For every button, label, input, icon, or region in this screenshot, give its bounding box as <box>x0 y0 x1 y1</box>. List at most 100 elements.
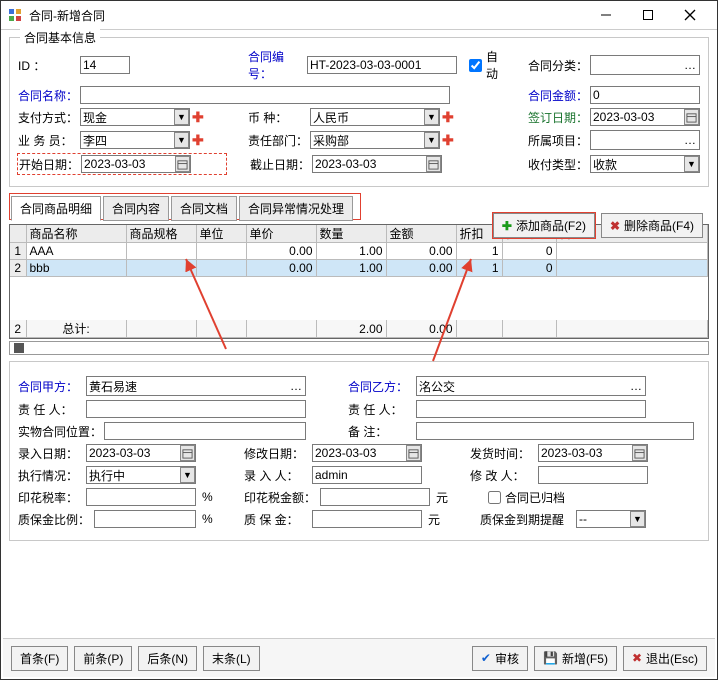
auto-label: 自动 <box>486 48 508 82</box>
start-date-label: 开始日期： <box>19 156 81 173</box>
entry-by-input[interactable] <box>312 466 422 484</box>
sign-date-label: 签订日期： <box>528 109 590 126</box>
deposit-amount-label: 质 保 金： <box>244 511 312 528</box>
party-a-person-label: 责 任 人： <box>18 401 86 418</box>
products-grid[interactable]: 商品名称商品规格单位 单价数量金额 折扣优惠价备注 1 AAA 0.001.00… <box>9 224 709 339</box>
party-a-person-input[interactable] <box>86 400 306 418</box>
entry-date-label: 录入日期： <box>18 445 86 462</box>
save-icon: 💾 <box>543 651 558 665</box>
contract-name-label: 合同名称： <box>18 87 80 104</box>
add-salesperson-icon[interactable]: ✚ <box>192 132 204 149</box>
footer-bar: 首条(F) 前条(P) 后条(N) 末条(L) ✔审核 💾新增(F5) ✖退出(… <box>3 638 715 677</box>
party-a-picker[interactable]: 黄石易速… <box>86 376 306 396</box>
calendar-icon[interactable] <box>180 445 195 461</box>
plus-icon: ✚ <box>502 219 512 233</box>
new-button[interactable]: 💾新增(F5) <box>534 646 617 671</box>
paytype-label: 收付类型： <box>528 156 590 173</box>
chevron-down-icon[interactable]: ▼ <box>424 132 439 148</box>
app-icon <box>7 7 23 23</box>
percent-unit: % <box>202 490 213 504</box>
tab-contract-content[interactable]: 合同内容 <box>103 196 169 221</box>
calendar-icon[interactable] <box>632 445 647 461</box>
remark-label: 备 注： <box>348 423 416 440</box>
contract-no-label: 合同编号： <box>248 48 307 82</box>
party-b-person-label: 责 任 人： <box>348 401 416 418</box>
x-icon: ✖ <box>610 219 620 233</box>
chevron-down-icon[interactable]: ▼ <box>684 156 699 172</box>
title-bar: 合同-新增合同 <box>1 1 717 30</box>
contract-no-input[interactable] <box>307 56 457 74</box>
table-row[interactable]: 1 AAA 0.001.000.00 10 <box>10 243 708 260</box>
party-b-picker[interactable]: 洺公交… <box>416 376 646 396</box>
ship-date-label: 发货时间： <box>470 445 538 462</box>
project-label: 所属项目： <box>528 132 590 149</box>
tax-rate-label: 印花税率： <box>18 489 86 506</box>
grid-scroll-stub[interactable] <box>9 341 709 355</box>
add-currency-icon[interactable]: ✚ <box>442 109 454 126</box>
maximize-button[interactable] <box>627 1 669 29</box>
amount-input[interactable] <box>590 86 700 104</box>
tax-rate-input[interactable] <box>86 488 196 506</box>
calendar-icon[interactable] <box>426 156 441 172</box>
party-info-group: 合同甲方： 黄石易速… 合同乙方： 洺公交… 责 任 人： 责 任 人： 实物合… <box>9 361 709 541</box>
deposit-amount-input[interactable] <box>312 510 422 528</box>
chevron-down-icon[interactable]: ▼ <box>424 109 439 125</box>
archived-checkbox[interactable] <box>488 491 501 504</box>
table-row[interactable]: 2 bbb 0.001.000.00 10 <box>10 260 708 277</box>
chevron-down-icon[interactable]: ▼ <box>180 467 195 483</box>
delete-product-button[interactable]: ✖删除商品(F4) <box>601 213 703 238</box>
department-label: 责任部门： <box>248 132 310 149</box>
tax-amount-input[interactable] <box>320 488 430 506</box>
modify-by-input[interactable] <box>538 466 648 484</box>
tab-exception[interactable]: 合同异常情况处理 <box>239 196 353 221</box>
first-record-button[interactable]: 首条(F) <box>11 646 68 671</box>
close-button[interactable] <box>669 1 711 29</box>
tab-bar: 合同商品明细 合同内容 合同文档 合同异常情况处理 <box>9 193 361 220</box>
prev-record-button[interactable]: 前条(P) <box>74 646 132 671</box>
check-icon: ✔ <box>481 651 491 665</box>
calendar-icon[interactable] <box>406 445 421 461</box>
project-picker[interactable]: … <box>590 130 700 150</box>
scroll-thumb-icon[interactable] <box>14 343 24 353</box>
tax-amount-label: 印花税金额： <box>244 489 320 506</box>
add-paymethod-icon[interactable]: ✚ <box>192 109 204 126</box>
department-combo[interactable] <box>310 131 440 149</box>
window-title: 合同-新增合同 <box>29 7 585 24</box>
id-input[interactable] <box>80 56 130 74</box>
exec-status-label: 执行情况： <box>18 467 86 484</box>
location-input[interactable] <box>104 422 306 440</box>
chevron-down-icon[interactable]: ▼ <box>630 511 645 527</box>
currency-label: 币 种： <box>248 109 310 126</box>
currency-combo[interactable] <box>310 108 440 126</box>
chevron-down-icon[interactable]: ▼ <box>174 109 189 125</box>
calendar-icon[interactable] <box>684 109 699 125</box>
minimize-button[interactable] <box>585 1 627 29</box>
end-date-input[interactable] <box>312 155 442 173</box>
tab-goods-detail[interactable]: 合同商品明细 <box>11 196 101 221</box>
category-picker[interactable]: … <box>590 55 700 75</box>
percent-unit: % <box>202 512 213 526</box>
end-date-label: 截止日期： <box>250 156 312 173</box>
modify-date-label: 修改日期： <box>244 445 312 462</box>
add-product-button[interactable]: ✚添加商品(F2) <box>493 213 595 238</box>
amount-label: 合同金额： <box>528 87 590 104</box>
next-record-button[interactable]: 后条(N) <box>138 646 197 671</box>
party-b-label: 合同乙方： <box>348 378 416 395</box>
exit-button[interactable]: ✖退出(Esc) <box>623 646 707 671</box>
deposit-rate-label: 质保金比例： <box>18 511 94 528</box>
entry-by-label: 录 入 人： <box>244 467 312 484</box>
deposit-rate-input[interactable] <box>94 510 196 528</box>
party-b-person-input[interactable] <box>416 400 646 418</box>
audit-button[interactable]: ✔审核 <box>472 646 528 671</box>
salesperson-label: 业 务 员： <box>18 132 80 149</box>
add-department-icon[interactable]: ✚ <box>442 132 454 149</box>
content-area: 合同基本信息 ID ： 合同编号： 自动 合同分类： … 合同名称： <box>3 31 715 677</box>
chevron-down-icon[interactable]: ▼ <box>174 132 189 148</box>
party-a-label: 合同甲方： <box>18 378 86 395</box>
contract-name-input[interactable] <box>80 86 450 104</box>
remark-input[interactable] <box>416 422 694 440</box>
auto-checkbox[interactable] <box>469 59 482 72</box>
calendar-icon[interactable] <box>175 156 190 172</box>
tab-contract-docs[interactable]: 合同文档 <box>171 196 237 221</box>
last-record-button[interactable]: 末条(L) <box>203 646 260 671</box>
